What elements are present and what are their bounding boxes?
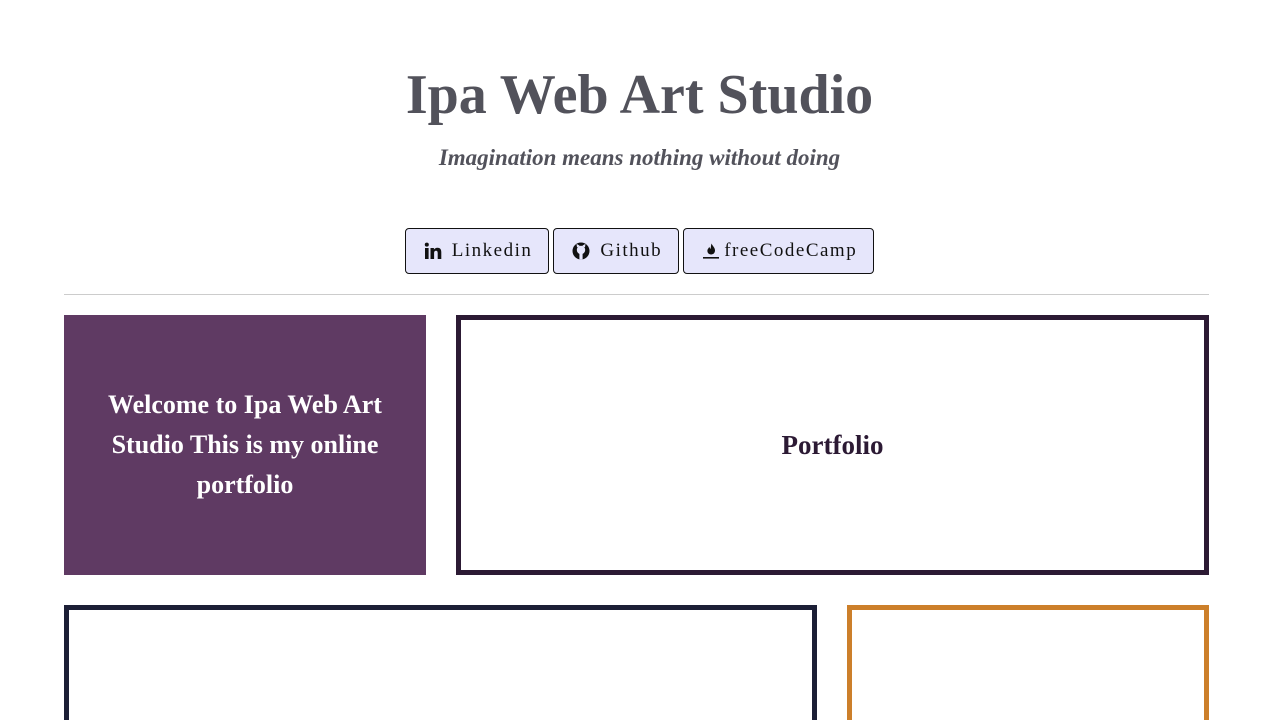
header-divider [64,294,1209,295]
project-card-large [64,605,817,720]
site-subtitle: Imagination means nothing without doing [438,145,841,170]
social-links: Linkedin Github freeCodeCamp [0,228,1279,274]
welcome-card: Welcome to Ipa Web Art Studio This is my… [64,315,426,575]
linkedin-icon [424,242,442,260]
github-label: Github [600,240,663,261]
portfolio-card: Portfolio [456,315,1209,575]
linkedin-button[interactable]: Linkedin [404,228,550,274]
site-title: Ipa Web Art Studio [405,64,874,126]
project-card-small [847,605,1209,720]
github-icon [572,242,590,260]
freecodecamp-label: freeCodeCamp [724,240,858,261]
linkedin-label: Linkedin [451,240,533,261]
freecodecamp-icon [702,242,720,260]
welcome-text: Welcome to Ipa Web Art Studio This is my… [108,390,382,499]
github-button[interactable]: Github [553,228,680,274]
portfolio-title: Portfolio [781,429,884,460]
freecodecamp-button[interactable]: freeCodeCamp [683,228,875,274]
